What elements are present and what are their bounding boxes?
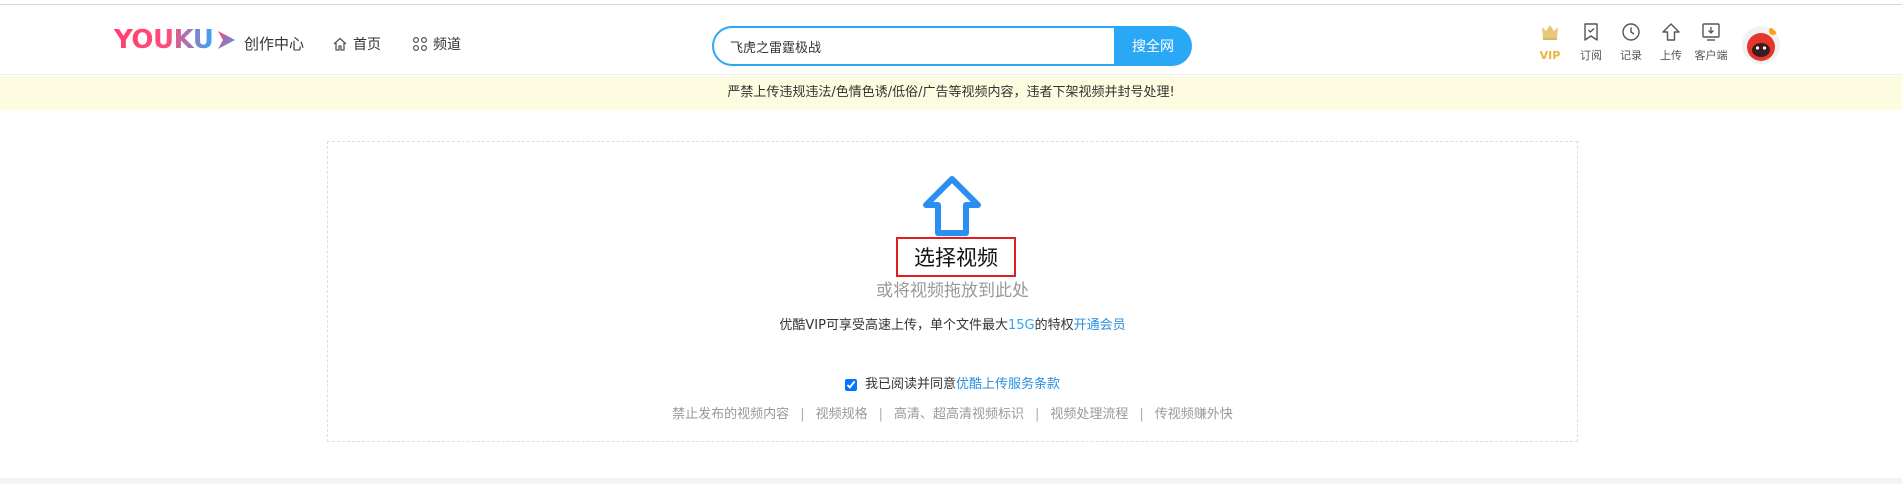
nav-home[interactable]: 首页	[332, 35, 381, 53]
help-links: 禁止发布的视频内容 | 视频规格 | 高清、超高清视频标识 | 视频处理流程 |…	[328, 406, 1577, 424]
separator: |	[1139, 407, 1144, 422]
upload-label: 上传	[1660, 49, 1682, 62]
upload-arrow-icon[interactable]	[920, 175, 984, 239]
nav-home-label: 首页	[353, 37, 381, 53]
help-link-hd-badge[interactable]: 高清、超高清视频标识	[894, 406, 1024, 424]
select-video-button[interactable]: 选择视频	[896, 237, 1016, 277]
header: YOUKU 创作中心 首页 频道 搜全网	[0, 5, 1902, 75]
download-monitor-icon	[1702, 23, 1720, 41]
search-bar: 搜全网	[712, 26, 1192, 66]
agree-text: 我已阅读并同意	[864, 377, 956, 392]
subscribe-label: 订阅	[1580, 49, 1602, 62]
vip-label: VIP	[1539, 49, 1561, 62]
grid-icon	[412, 36, 428, 52]
upload-arrow-small-icon	[1662, 23, 1680, 41]
search-input[interactable]	[712, 26, 1114, 66]
footer-strip	[0, 478, 1902, 484]
nav-channel-label: 频道	[433, 37, 461, 53]
help-link-video-spec[interactable]: 视频规格	[816, 406, 868, 424]
separator: |	[1035, 407, 1040, 422]
help-link-earn-money[interactable]: 传视频赚外快	[1155, 406, 1233, 424]
vip-upload-hint: 优酷VIP可享受高速上传，单个文件最大15G的特权开通会员	[328, 317, 1577, 335]
youku-play-icon	[218, 31, 236, 49]
bookmark-icon	[1584, 23, 1598, 41]
crown-icon	[1542, 25, 1558, 40]
vip-hint-prefix: 优酷VIP可享受高速上传，单个文件最大	[779, 318, 1008, 333]
separator: |	[878, 407, 883, 422]
notice-banner: 严禁上传违规违法/色情色诱/低俗/广告等视频内容，违者下架视频并封号处理!	[0, 76, 1902, 110]
logo-text: YOUKU	[114, 25, 214, 55]
vip-hint-size: 15G	[1007, 318, 1035, 333]
nav-channel[interactable]: 频道	[412, 35, 461, 53]
creator-center-label[interactable]: 创作中心	[244, 35, 304, 53]
help-link-forbidden-content[interactable]: 禁止发布的视频内容	[672, 406, 789, 424]
terms-agreement: 我已阅读并同意 优酷上传服务条款	[328, 376, 1577, 394]
history-label: 记录	[1620, 49, 1642, 62]
upload-terms-link[interactable]: 优酷上传服务条款	[956, 376, 1060, 394]
search-button[interactable]: 搜全网	[1114, 26, 1192, 66]
open-vip-link[interactable]: 开通会员	[1074, 318, 1126, 333]
drag-drop-hint: 或将视频拖放到此处	[876, 281, 1029, 301]
home-icon	[333, 37, 347, 51]
agree-checkbox[interactable]	[844, 379, 857, 391]
client-button[interactable]: 客户端	[1687, 21, 1735, 71]
client-label: 客户端	[1694, 49, 1728, 62]
youku-logo[interactable]: YOUKU	[114, 25, 237, 55]
vip-hint-suffix: 的特权	[1034, 318, 1074, 333]
clock-icon	[1622, 23, 1640, 41]
avatar[interactable]	[1741, 25, 1781, 65]
upload-dropzone[interactable]: 选择视频 或将视频拖放到此处 优酷VIP可享受高速上传，单个文件最大15G的特权…	[327, 141, 1578, 442]
help-link-processing-flow[interactable]: 视频处理流程	[1050, 406, 1128, 424]
separator: |	[800, 407, 805, 422]
